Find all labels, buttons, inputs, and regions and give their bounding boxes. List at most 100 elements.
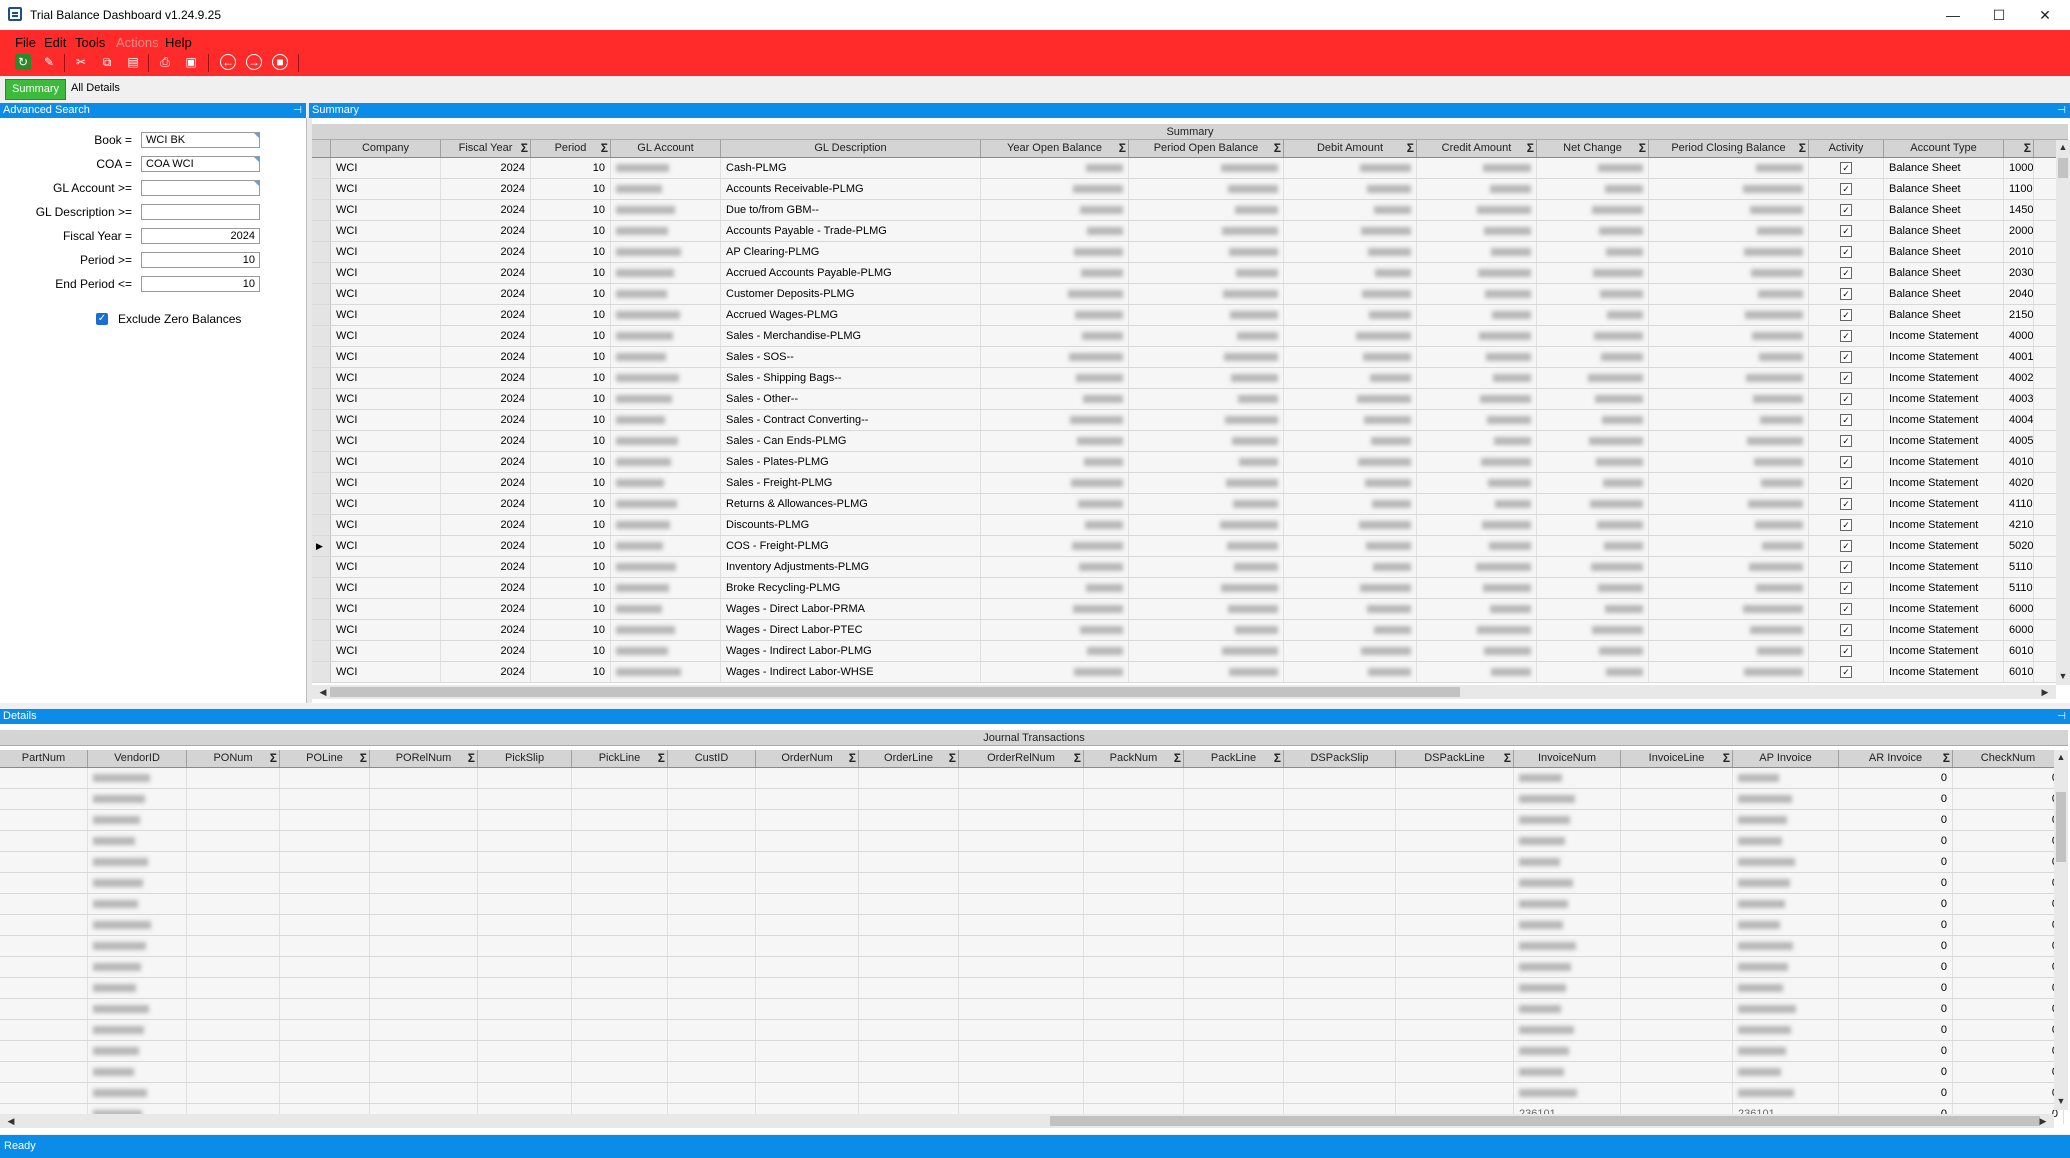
scroll-left-icon[interactable]: ◀	[316, 687, 330, 698]
cell-pob[interactable]	[1129, 284, 1284, 304]
cell-checknum[interactable]: 0	[1953, 810, 2064, 830]
cell-pcb[interactable]	[1649, 620, 1809, 640]
cell-acct[interactable]: 4005	[2004, 431, 2034, 451]
cell-yob[interactable]	[981, 536, 1129, 556]
cell-yob[interactable]	[981, 305, 1129, 325]
cell-porelnum[interactable]	[370, 936, 478, 956]
cell-ap-invoice[interactable]	[1733, 999, 1839, 1019]
cell-packnum[interactable]	[1084, 915, 1184, 935]
table-row[interactable]: ▶ WCI 2024 10 COS - Freight-PLMG ✓ Income Stat…	[312, 536, 2056, 557]
cell-dspackslip[interactable]	[1284, 1083, 1396, 1103]
cell-acct[interactable]: 1000	[2004, 158, 2034, 178]
cell-ponum[interactable]	[187, 810, 280, 830]
cell-ar-invoice[interactable]: 0	[1839, 936, 1953, 956]
cell-pickline[interactable]	[572, 978, 668, 998]
cell-company[interactable]: WCI	[331, 389, 441, 409]
cell-activity[interactable]: ✓	[1809, 389, 1884, 409]
cell-credit[interactable]	[1417, 284, 1537, 304]
cell-type[interactable]: Income Statement	[1884, 473, 2004, 493]
cell-period[interactable]: 10	[531, 494, 611, 514]
cell-debit[interactable]	[1284, 158, 1417, 178]
column-header-period-closing-balance[interactable]: Period Closing Balance Σ	[1649, 140, 1809, 157]
cell-vendorid[interactable]	[88, 873, 187, 893]
column-header-year-open-balance[interactable]: Year Open Balance Σ	[981, 140, 1129, 157]
table-row[interactable]: 00	[0, 1020, 2064, 1041]
cell-pcb[interactable]	[1649, 263, 1809, 283]
cell-ap-invoice[interactable]	[1733, 789, 1839, 809]
cell-yob[interactable]	[981, 284, 1129, 304]
table-row[interactable]: WCI 2024 10 Sales - Contract Converting-- ✓ I…	[312, 410, 2056, 431]
cell-net[interactable]	[1537, 452, 1649, 472]
cell-invoicenum[interactable]	[1514, 873, 1621, 893]
cell-pickline[interactable]	[572, 894, 668, 914]
table-row[interactable]: 00	[0, 978, 2064, 999]
cell-ponum[interactable]	[187, 768, 280, 788]
column-header-account[interactable]: Σ	[2004, 140, 2034, 157]
cell-dspackline[interactable]	[1396, 999, 1514, 1019]
cell-porelnum[interactable]	[370, 1083, 478, 1103]
cell-desc[interactable]: Sales - Can Ends-PLMG	[721, 431, 981, 451]
cell-dspackslip[interactable]	[1284, 873, 1396, 893]
table-row[interactable]: 00	[0, 852, 2064, 873]
column-header-company[interactable]: Company	[331, 140, 441, 157]
cell-activity[interactable]: ✓	[1809, 578, 1884, 598]
activity-checkbox[interactable]: ✓	[1840, 456, 1852, 469]
cell-desc[interactable]: Customer Deposits-PLMG	[721, 284, 981, 304]
cell-pickslip[interactable]	[478, 999, 572, 1019]
activity-checkbox[interactable]: ✓	[1840, 540, 1852, 553]
cell-company[interactable]: WCI	[331, 158, 441, 178]
cell-type[interactable]: Balance Sheet	[1884, 158, 2004, 178]
column-header-invoiceline[interactable]: InvoiceLine Σ	[1621, 750, 1733, 767]
cell-ordernum[interactable]	[756, 978, 859, 998]
cell-orderrelnum[interactable]	[959, 978, 1084, 998]
cell-company[interactable]: WCI	[331, 662, 441, 682]
column-header-account-type[interactable]: Account Type	[1884, 140, 2004, 157]
cell-invoicenum[interactable]	[1514, 894, 1621, 914]
cell-packnum[interactable]	[1084, 894, 1184, 914]
cell-pob[interactable]	[1129, 263, 1284, 283]
cell-pcb[interactable]	[1649, 326, 1809, 346]
cell-yob[interactable]	[981, 242, 1129, 262]
cell-poline[interactable]	[280, 852, 370, 872]
cell-checknum[interactable]: 0	[1953, 894, 2064, 914]
cell-vendorid[interactable]	[88, 1041, 187, 1061]
cell-glacct[interactable]	[611, 431, 721, 451]
cell-net[interactable]	[1537, 326, 1649, 346]
cell-packnum[interactable]	[1084, 852, 1184, 872]
table-row[interactable]: 00	[0, 810, 2064, 831]
cell-glacct[interactable]	[611, 305, 721, 325]
cell-pob[interactable]	[1129, 221, 1284, 241]
sum-icon[interactable]: Σ	[1074, 750, 1081, 767]
cell-acct[interactable]: 4001	[2004, 347, 2034, 367]
table-row[interactable]: WCI 2024 10 Sales - Can Ends-PLMG ✓ Income St…	[312, 431, 2056, 452]
scroll-up-icon[interactable]: ▲	[2056, 142, 2070, 152]
table-row[interactable]: 00	[0, 1062, 2064, 1083]
cell-desc[interactable]: Wages - Indirect Labor-PLMG	[721, 641, 981, 661]
cell-company[interactable]: WCI	[331, 263, 441, 283]
cell-pickline[interactable]	[572, 936, 668, 956]
cell-glacct[interactable]	[611, 368, 721, 388]
cell-pob[interactable]	[1129, 599, 1284, 619]
cell-glacct[interactable]	[611, 578, 721, 598]
cell-orderline[interactable]	[859, 789, 959, 809]
cell-ap-invoice[interactable]	[1733, 1062, 1839, 1082]
period-field[interactable]: 10	[141, 252, 260, 268]
cell-pickslip[interactable]	[478, 1020, 572, 1040]
cell-period[interactable]: 10	[531, 389, 611, 409]
cell-pickslip[interactable]	[478, 768, 572, 788]
cell-activity[interactable]: ✓	[1809, 515, 1884, 535]
stop-icon[interactable]: ■	[272, 54, 288, 70]
cell-invoicenum[interactable]	[1514, 978, 1621, 998]
cell-credit[interactable]	[1417, 410, 1537, 430]
cell-porelnum[interactable]	[370, 873, 478, 893]
cell-packline[interactable]	[1184, 873, 1284, 893]
cell-activity[interactable]: ✓	[1809, 452, 1884, 472]
sum-icon[interactable]: Σ	[521, 140, 528, 157]
cell-vendorid[interactable]	[88, 1020, 187, 1040]
cell-pob[interactable]	[1129, 305, 1284, 325]
cell-porelnum[interactable]	[370, 999, 478, 1019]
cell-partnum[interactable]	[0, 978, 88, 998]
cell-debit[interactable]	[1284, 536, 1417, 556]
table-row[interactable]: 00	[0, 915, 2064, 936]
column-header-period-open-balance[interactable]: Period Open Balance Σ	[1129, 140, 1284, 157]
